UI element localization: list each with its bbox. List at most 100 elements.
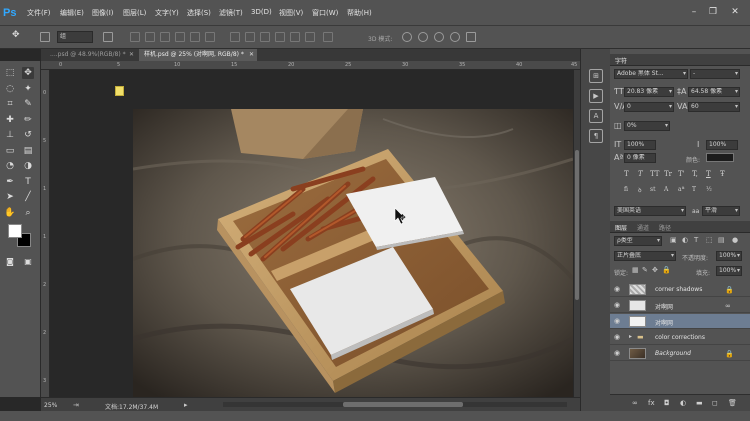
paragraph-panel-icon[interactable]: ¶ <box>589 129 603 143</box>
history-panel-icon[interactable]: ⊞ <box>589 69 603 83</box>
lock-transparent-icon[interactable]: ▦ <box>632 266 639 275</box>
layer-row[interactable]: ◉ corner shadows 🔒 <box>610 282 750 297</box>
adjustment-layer-icon[interactable]: ◐ <box>680 399 686 407</box>
path-select-tool-icon[interactable]: ➤ <box>4 191 16 203</box>
layer-style-icon[interactable]: fx <box>648 399 655 407</box>
lock-position-icon[interactable]: ✥ <box>652 266 658 275</box>
3d-roll-icon[interactable] <box>418 32 428 42</box>
menu-type[interactable]: 文字(Y) <box>155 8 179 18</box>
visibility-eye-icon[interactable]: ◉ <box>614 317 620 325</box>
zoom-level[interactable]: 25% <box>44 402 57 409</box>
opentype-frac-icon[interactable]: ½ <box>706 186 712 193</box>
menu-window[interactable]: 窗口(W) <box>312 8 338 18</box>
eraser-tool-icon[interactable]: ▭ <box>4 145 16 157</box>
antialias-select[interactable]: 平滑 <box>702 206 740 216</box>
expand-arrow-icon[interactable]: ▸ <box>629 333 632 340</box>
strikethrough-icon[interactable]: Ŧ <box>720 170 725 178</box>
all-caps-icon[interactable]: TT <box>650 170 659 178</box>
opentype-title-icon[interactable]: A <box>664 186 668 193</box>
3d-rotate-icon[interactable] <box>402 32 412 42</box>
tab-layers[interactable]: 图层 <box>615 223 627 232</box>
lasso-tool-icon[interactable]: ◌ <box>4 83 16 95</box>
visibility-eye-icon[interactable]: ◉ <box>614 301 620 309</box>
layer-row[interactable]: ◉ 对啊网 ∞ <box>610 298 750 313</box>
baseline-shift-field[interactable]: 0 像素 <box>624 153 656 163</box>
restore-icon[interactable]: ❐ <box>708 8 718 17</box>
new-layer-icon[interactable]: ◻ <box>712 399 718 407</box>
crop-tool-icon[interactable]: ⌗ <box>4 98 16 110</box>
magic-wand-tool-icon[interactable]: ✦ <box>22 83 34 95</box>
visibility-eye-icon[interactable]: ◉ <box>614 285 620 293</box>
opentype-fraction-icon[interactable]: T <box>692 186 696 193</box>
menu-3d[interactable]: 3D(D) <box>251 8 272 16</box>
history-brush-tool-icon[interactable]: ↺ <box>22 129 34 141</box>
menu-layer[interactable]: 图层(L) <box>123 8 146 18</box>
kerning-field[interactable]: 0 <box>624 102 674 112</box>
actions-panel-icon[interactable]: ▶ <box>589 89 603 103</box>
tab-character[interactable]: 字符 <box>615 56 627 65</box>
healing-tool-icon[interactable]: ✚ <box>4 114 16 126</box>
distribute-right-icon[interactable] <box>305 32 315 42</box>
menu-image[interactable]: 图像(I) <box>92 8 114 18</box>
filter-smart-icon[interactable]: ▤ <box>718 236 725 245</box>
horizontal-scale-field[interactable]: 100% <box>706 140 738 150</box>
pen-tool-icon[interactable]: ✒ <box>4 176 16 188</box>
layer-name[interactable]: 对啊网 <box>655 302 673 311</box>
opentype-ligature-icon[interactable]: fi <box>624 186 628 193</box>
opentype-alt-icon[interactable]: st <box>650 186 656 193</box>
tracking-field[interactable]: 60 <box>688 102 740 112</box>
layer-row-selected[interactable]: ◉ 对啊网 <box>610 314 750 329</box>
close-icon[interactable]: ✕ <box>730 8 740 17</box>
align-vcenter-icon[interactable] <box>145 32 155 42</box>
menu-view[interactable]: 视图(V) <box>279 8 303 18</box>
dodge-tool-icon[interactable]: ◑ <box>22 160 34 172</box>
zoom-tool-icon[interactable]: ⌕ <box>22 207 34 219</box>
tab-paths[interactable]: 路径 <box>659 223 671 232</box>
tsume-field[interactable]: 0% <box>624 121 670 131</box>
auto-select-checkbox[interactable] <box>40 32 50 42</box>
blur-tool-icon[interactable]: ◔ <box>4 160 16 172</box>
superscript-icon[interactable]: T' <box>678 170 685 178</box>
align-hcenter-icon[interactable] <box>190 32 200 42</box>
canvas-area[interactable]: ✥ <box>50 70 574 399</box>
distribute-bottom-icon[interactable] <box>260 32 270 42</box>
add-mask-icon[interactable]: ◘ <box>664 399 670 407</box>
hand-tool-icon[interactable]: ✋ <box>4 207 16 219</box>
menu-help[interactable]: 帮助(H) <box>347 8 372 18</box>
show-transform-checkbox[interactable] <box>103 32 113 42</box>
auto-select-dropdown[interactable]: 组 <box>57 31 93 43</box>
move-tool-icon[interactable]: ✥ <box>22 67 34 79</box>
visibility-eye-icon[interactable]: ◉ <box>614 349 620 357</box>
fill-field[interactable]: 100% <box>716 266 742 276</box>
line-tool-icon[interactable]: ╱ <box>22 191 34 203</box>
vertical-scale-field[interactable]: 100% <box>624 140 656 150</box>
opentype-swash-icon[interactable]: ꝺ <box>638 186 642 194</box>
close-tab-icon[interactable]: ✕ <box>129 49 134 61</box>
blend-mode-select[interactable]: 正片叠底 <box>614 251 676 261</box>
quick-mask-icon[interactable]: ◙ <box>4 256 16 268</box>
align-left-icon[interactable] <box>175 32 185 42</box>
3d-slide-icon[interactable] <box>450 32 460 42</box>
faux-bold-icon[interactable]: T <box>624 170 629 178</box>
lock-pixels-icon[interactable]: ✎ <box>642 266 648 275</box>
font-size-field[interactable]: 20.83 像素 <box>624 87 674 97</box>
link-layers-icon[interactable]: ∞ <box>632 399 638 407</box>
export-icon[interactable]: ⇥ <box>73 401 79 409</box>
3d-scale-icon[interactable] <box>466 32 476 42</box>
horizontal-scroll-thumb[interactable] <box>343 402 463 407</box>
layer-name[interactable]: 对啊网 <box>655 318 673 327</box>
layer-row[interactable]: ◉ ▸ ▬ color corrections <box>610 330 750 345</box>
filter-type-icon[interactable]: T <box>694 236 698 245</box>
menu-filter[interactable]: 滤镜(T) <box>219 8 243 18</box>
distribute-top-icon[interactable] <box>230 32 240 42</box>
brush-tool-icon[interactable]: ✏ <box>22 114 34 126</box>
visibility-eye-icon[interactable]: ◉ <box>614 333 620 341</box>
align-right-icon[interactable] <box>205 32 215 42</box>
stamp-tool-icon[interactable]: ⊥ <box>4 129 16 141</box>
close-tab-icon[interactable]: ✕ <box>249 49 254 61</box>
opacity-field[interactable]: 100% <box>716 251 742 261</box>
distribute-vcenter-icon[interactable] <box>245 32 255 42</box>
note-icon[interactable] <box>115 86 124 96</box>
new-group-icon[interactable]: ▬ <box>696 399 703 407</box>
tab-channels[interactable]: 通道 <box>637 223 649 232</box>
